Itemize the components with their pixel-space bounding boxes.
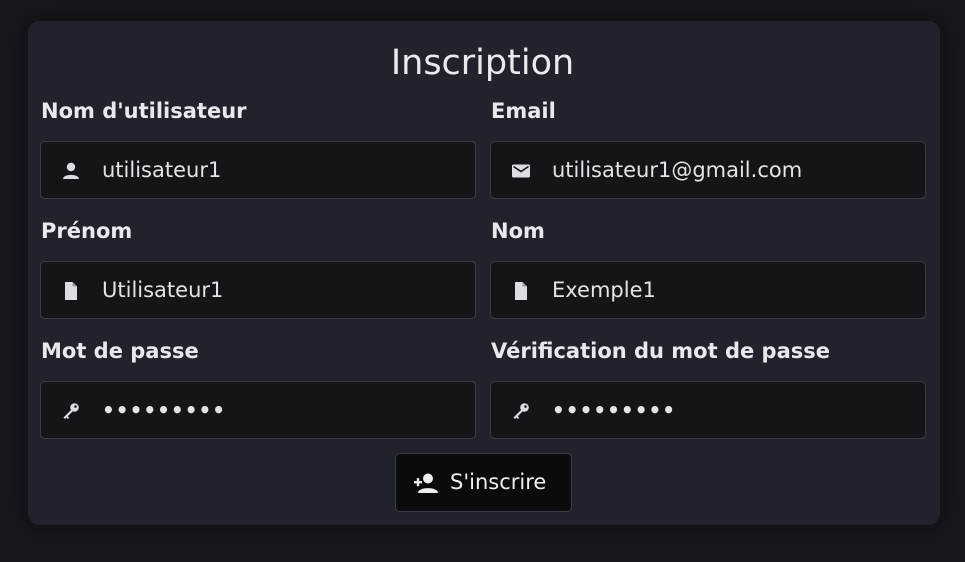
lastname-input[interactable]: Exemple1 xyxy=(552,262,656,320)
firstname-label: Prénom xyxy=(41,219,133,243)
email-label: Email xyxy=(491,99,556,123)
envelope-icon xyxy=(512,164,530,178)
form-title: Inscription xyxy=(390,43,575,83)
email-field[interactable]: utilisateur1@gmail.com xyxy=(490,141,926,199)
password-input[interactable]: ••••••••• xyxy=(102,382,226,440)
lastname-label: Nom xyxy=(491,219,545,243)
username-field[interactable]: utilisateur1 xyxy=(40,141,476,199)
key-icon xyxy=(63,403,79,419)
lastname-field[interactable]: Exemple1 xyxy=(490,261,926,319)
password-confirm-input[interactable]: ••••••••• xyxy=(552,382,676,440)
username-label: Nom d'utilisateur xyxy=(41,99,247,123)
file-icon xyxy=(65,282,77,300)
password-field[interactable]: ••••••••• xyxy=(40,381,476,439)
file-icon xyxy=(515,282,527,300)
firstname-field[interactable]: Utilisateur1 xyxy=(40,261,476,319)
user-plus-icon xyxy=(414,473,438,493)
user-icon xyxy=(63,162,79,179)
password-confirm-field[interactable]: ••••••••• xyxy=(490,381,926,439)
firstname-input[interactable]: Utilisateur1 xyxy=(102,262,223,320)
email-input[interactable]: utilisateur1@gmail.com xyxy=(552,142,802,200)
password-confirm-label: Vérification du mot de passe xyxy=(491,339,830,363)
password-label: Mot de passe xyxy=(41,339,199,363)
key-icon xyxy=(513,403,529,419)
username-input[interactable]: utilisateur1 xyxy=(102,142,221,200)
register-button[interactable]: S'inscrire xyxy=(395,453,572,512)
register-button-label: S'inscrire xyxy=(450,470,547,494)
